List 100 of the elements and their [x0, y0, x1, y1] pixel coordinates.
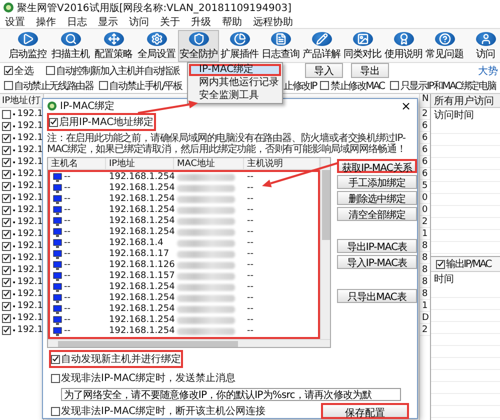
monitor-icon [53, 294, 62, 303]
menu-item[interactable]: 网内其他运行记录 [189, 77, 281, 89]
close-button[interactable]: × [398, 100, 413, 112]
checkbox[interactable]: 启用IP-MAC地址绑定 [47, 113, 156, 131]
monitor-icon [53, 173, 62, 182]
table-cell-text: 192.168.1.254 [108, 282, 174, 293]
checkbox[interactable]: 自动发现新主机并进行绑定 [49, 350, 183, 368]
toolbar-button[interactable]: 日志查询 [260, 30, 301, 62]
checkmark-icon [437, 260, 444, 268]
checkbox-label: 止修改IP [283, 80, 316, 92]
checkbox[interactable] [2, 230, 11, 238]
dialog-button[interactable]: 导出IP-MAC表 [337, 239, 417, 253]
toolbar-button[interactable]: 导入 [305, 63, 344, 78]
save-button[interactable]: 保存配置 [321, 403, 409, 419]
menu-item[interactable]: 远程协助 [253, 14, 293, 28]
scrollbar[interactable] [48, 339, 330, 347]
checkbox[interactable] [2, 194, 11, 202]
menu-item[interactable]: 日志 [67, 14, 87, 28]
monitor-icon [53, 272, 62, 281]
checkbox[interactable] [2, 122, 11, 130]
checkbox[interactable] [2, 242, 11, 250]
checkbox[interactable]: 自动禁止手机/平板 [97, 76, 184, 94]
menu-item[interactable]: IP-MAC绑定 [189, 64, 281, 76]
monitor-icon [53, 283, 62, 292]
checkbox[interactable]: 全选 [2, 62, 36, 80]
toolbar-button[interactable]: 启动监控 [6, 30, 49, 62]
checkbox[interactable] [2, 206, 11, 214]
message-field[interactable]: 为了网络安全，请不要随意修改IP，你的默认IP为%src，请再次修改为默 [61, 388, 401, 401]
table-cell: 192.1 [17, 277, 43, 287]
toolbar-button[interactable]: 同类对比 [342, 30, 383, 62]
toolbar-button[interactable]: 使用说明 [383, 30, 424, 62]
table-cell-text: 192.168.1.254 [108, 205, 174, 216]
checkbox[interactable] [2, 254, 11, 262]
table-cell: 8 [420, 288, 430, 300]
dialog-button[interactable]: 只导出MAC表 [337, 289, 417, 303]
dialog-button[interactable]: 删除选中绑定 [337, 191, 417, 205]
table-cell-text: -- [246, 260, 254, 271]
table-cell-text: -- [246, 238, 254, 249]
checkbox[interactable] [2, 290, 11, 298]
table-cell: 192.1 [17, 133, 43, 143]
checkbox[interactable] [2, 110, 11, 118]
menu-item[interactable]: 安全监测工具 [189, 90, 281, 102]
table-cell-text: 192.168.1.254 [108, 315, 174, 326]
checkbox[interactable]: 自动控制新加入主机并自动指派 [44, 62, 182, 80]
checkbox[interactable]: 禁止修改MAC [318, 76, 386, 94]
table-cell: 192.1 [17, 229, 43, 239]
menu-item[interactable]: 操作 [36, 14, 56, 28]
table-cell: 6 [420, 156, 430, 168]
menu-item[interactable]: 帮助 [222, 14, 242, 28]
menu-item[interactable]: 关于 [160, 14, 180, 28]
toolbar-button[interactable]: 常见问题 [424, 30, 465, 62]
pencil-icon [312, 32, 332, 46]
search-icon [60, 32, 80, 46]
checkbox[interactable]: 发现非法IP-MAC绑定时，发送禁止消息 [49, 369, 238, 387]
toolbar-button[interactable]: 产品详解 [301, 30, 342, 62]
checkbox[interactable]: 自动禁止无线路由器 [2, 76, 96, 94]
monitor-icon [53, 316, 62, 325]
toolbar-button[interactable]: 扩展插件 [219, 30, 260, 62]
document-icon [270, 32, 290, 46]
settings-icon [146, 32, 166, 46]
table-cell: 8 [420, 276, 430, 288]
table-cell-text: -- [246, 227, 254, 238]
checkbox[interactable] [2, 158, 11, 166]
scrollbar[interactable] [320, 158, 330, 339]
checkbox[interactable]: 只显示IP和MAC绑定电脑 [388, 76, 498, 94]
toolbar-button[interactable]: 全局设置 [135, 30, 178, 62]
play-icon [18, 32, 38, 46]
checkbox[interactable] [2, 302, 11, 310]
checkbox[interactable] [2, 278, 11, 286]
link[interactable]: 大势 [478, 64, 498, 78]
table-cell-text: 192.168.1.254 [108, 293, 174, 304]
checkbox[interactable]: 发现非法IP-MAC绑定时，断开该主机公网连接 [49, 402, 268, 420]
checkbox[interactable] [2, 134, 11, 142]
toolbar-button[interactable]: 访问 [465, 30, 500, 62]
checkbox[interactable] [2, 170, 11, 178]
checkbox[interactable] [2, 182, 11, 190]
menu-item[interactable]: 访问 [129, 14, 149, 28]
menu-item[interactable]: 升级 [191, 14, 211, 28]
table-cell: 192.1 [17, 157, 43, 167]
blurred-mark [177, 317, 235, 324]
toolbar-button[interactable]: 扫描主机 [49, 30, 92, 62]
table-cell: -- [50, 293, 106, 304]
dialog-button[interactable]: 导入IP-MAC表 [337, 255, 417, 269]
annotation-arrow [138, 100, 198, 114]
checkbox[interactable] [2, 266, 11, 274]
column-header: 访问时间 [433, 108, 475, 122]
table-cell: -- [50, 249, 106, 260]
menu-item[interactable]: 显示 [98, 14, 118, 28]
toolbar-button[interactable]: 配置策略 [92, 30, 135, 62]
dialog-button[interactable]: 清空全部绑定 [337, 207, 417, 221]
checkbox[interactable] [2, 218, 11, 226]
toolbar-button[interactable]: 导出 [351, 63, 390, 78]
blurred-mark [177, 185, 235, 192]
checkbox[interactable] [2, 314, 11, 322]
table-cell: 8 [420, 240, 430, 252]
checkbox[interactable] [2, 326, 11, 334]
toolbar-button[interactable]: 安全防护 [178, 30, 219, 62]
dialog-button[interactable]: 手工添加绑定 [337, 175, 417, 189]
checkbox[interactable] [2, 146, 11, 154]
menu-item[interactable]: 设置 [5, 14, 25, 28]
